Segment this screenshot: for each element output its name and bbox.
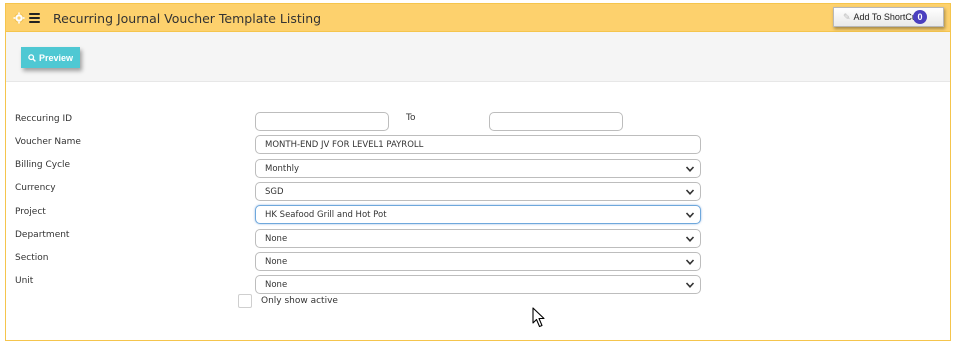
- chevron-down-icon: [685, 166, 695, 172]
- chevron-down-icon: [685, 189, 695, 195]
- project-value: HK Seafood Grill and Hot Pot: [265, 209, 387, 220]
- recurring-id-label: Reccuring ID: [15, 114, 73, 124]
- billing-cycle-value: Monthly: [265, 163, 300, 174]
- section-select[interactable]: None: [255, 252, 701, 271]
- billing-cycle-label: Billing Cycle: [15, 160, 71, 170]
- chevron-down-icon: [685, 259, 695, 265]
- menu-icon[interactable]: [29, 13, 40, 23]
- department-value: None: [265, 233, 288, 244]
- shortcut-count-badge: 0: [913, 10, 927, 24]
- only-show-active-label: Only show active: [261, 296, 338, 306]
- unit-value: None: [265, 279, 288, 290]
- preview-label: Preview: [38, 52, 74, 63]
- section-value: None: [265, 256, 288, 267]
- recurring-id-to-label: To: [406, 113, 416, 123]
- panel-header: Recurring Journal Voucher Template Listi…: [6, 4, 950, 32]
- billing-cycle-select[interactable]: Monthly: [255, 159, 701, 178]
- search-icon: [28, 53, 36, 62]
- page-title: Recurring Journal Voucher Template Listi…: [53, 11, 322, 26]
- department-select[interactable]: None: [255, 229, 701, 248]
- section-label: Section: [15, 253, 49, 263]
- chevron-down-icon: [685, 236, 695, 242]
- project-select[interactable]: HK Seafood Grill and Hot Pot: [255, 205, 701, 224]
- add-to-shortcut-label: Add To ShortCut: [853, 12, 920, 22]
- recurring-id-to-input[interactable]: [489, 112, 623, 131]
- unit-label: Unit: [15, 276, 34, 286]
- voucher-name-input[interactable]: MONTH-END JV FOR LEVEL1 PAYROLL: [255, 135, 701, 154]
- toolbar: Preview: [6, 32, 950, 82]
- chevron-down-icon: [685, 282, 695, 288]
- mouse-cursor-icon: [532, 307, 545, 328]
- department-label: Department: [15, 230, 70, 240]
- voucher-name-label: Voucher Name: [15, 137, 81, 147]
- chevron-down-icon: [685, 212, 695, 218]
- currency-select[interactable]: SGD: [255, 182, 701, 201]
- only-show-active-checkbox[interactable]: [238, 294, 252, 308]
- recurring-id-from-input[interactable]: [255, 112, 389, 131]
- pencil-icon: ✎: [843, 11, 851, 22]
- currency-label: Currency: [15, 183, 56, 193]
- project-label: Project: [15, 207, 46, 217]
- unit-select[interactable]: None: [255, 275, 701, 294]
- voucher-name-value: MONTH-END JV FOR LEVEL1 PAYROLL: [265, 139, 424, 150]
- currency-value: SGD: [265, 186, 284, 197]
- add-to-shortcut-button[interactable]: ✎ Add To ShortCut: [833, 7, 944, 27]
- gear-icon[interactable]: [13, 12, 25, 24]
- preview-button[interactable]: Preview: [21, 47, 80, 68]
